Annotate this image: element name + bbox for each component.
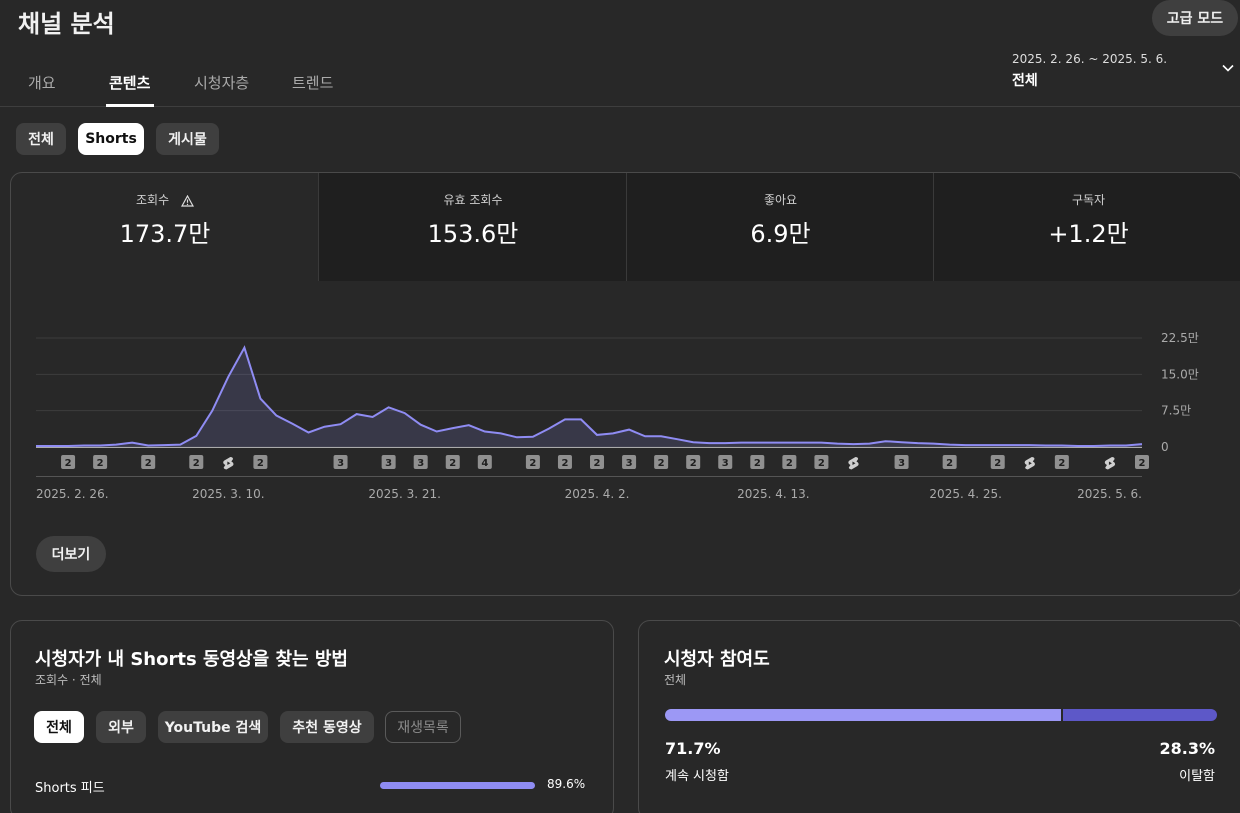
active-tab-indicator [106,104,154,107]
date-range-text: 2025. 2. 26. ~ 2025. 5. 6. [1012,52,1168,66]
upload-count-label: 3 [417,458,424,469]
upload-count-label: 2 [658,458,665,469]
engagement-stay-label: 계속 시청함 [665,769,729,784]
upload-count-label: 3 [898,458,905,469]
engagement-leave-percent: 28.3% [1159,739,1215,758]
shorts-upload-icon[interactable] [848,457,859,470]
upload-count-label: 2 [193,458,200,469]
filter-chip-all[interactable]: 전체 [34,711,84,743]
upload-count-label: 2 [449,458,456,469]
upload-count-label: 2 [818,458,825,469]
views-line-chart: 22.5만 15.0만 7.5만 0 2 2 2 2 2 3 3 3 2 4 2 2 2 3 2 2 3 2 2 2 3 2 2 2 2… [36,331,1199,501]
upload-count-label: 2 [65,458,72,469]
y-tick-label: 0 [1161,440,1169,454]
tab-content[interactable]: 콘텐츠 [109,72,150,93]
tab-audience[interactable]: 시청자층 [194,72,249,93]
filter-chip-playlist[interactable]: 재생목록 [385,711,461,743]
traffic-row-label: Shorts 피드 [35,781,105,796]
page-title: 채널 분석 [18,10,115,38]
x-tick-label: 2025. 4. 25. [929,487,1002,501]
x-tick-label: 2025. 2. 26. [36,487,109,501]
engagement-card-subtitle: 전체 [664,673,687,687]
shorts-upload-icon[interactable] [1024,457,1035,470]
x-tick-label: 2025. 4. 13. [737,487,810,501]
engagement-card-title: 시청자 참여도 [664,649,770,670]
chip-shorts[interactable]: Shorts [78,123,144,155]
engagement-stay-bar [665,709,1061,721]
upload-count-label: 2 [946,458,953,469]
y-tick-label: 15.0만 [1161,367,1199,381]
chip-posts[interactable]: 게시물 [156,123,219,155]
filter-chip-external[interactable]: 외부 [96,711,146,743]
chip-all[interactable]: 전체 [16,123,66,155]
upload-count-label: 3 [722,458,729,469]
upload-count-label: 2 [257,458,264,469]
y-tick-label: 7.5만 [1161,404,1191,418]
upload-count-label: 2 [97,458,104,469]
x-tick-label: 2025. 3. 21. [368,487,441,501]
upload-count-label: 2 [529,458,536,469]
y-tick-label: 22.5만 [1161,331,1199,345]
views-chart-card: 조회수 173.7만 유효 조회수 153.6만 좋아요 6.9만 구독자 +1… [10,172,1240,596]
upload-count-label: 2 [690,458,697,469]
upload-count-label: 2 [145,458,152,469]
upload-count-label: 4 [481,458,488,469]
traffic-row-percent: 89.6% [547,777,586,791]
traffic-source-card: 시청자가 내 Shorts 동영상을 찾는 방법 조회수 · 전체 전체 외부 … [10,620,614,813]
x-tick-label: 2025. 3. 10. [192,487,265,501]
upload-count-label: 2 [1058,458,1065,469]
tab-trends[interactable]: 트렌드 [292,72,333,93]
x-tick-label: 2025. 5. 6. [1077,487,1142,501]
engagement-card: 시청자 참여도 전체 71.7% 28.3% 계속 시청함 이탈함 [638,620,1240,813]
shorts-upload-icon[interactable] [223,457,234,470]
shorts-upload-icon[interactable] [1104,457,1116,470]
upload-count-label: 3 [626,458,633,469]
traffic-card-subtitle: 조회수 · 전체 [35,673,102,687]
date-range-picker[interactable]: 2025. 2. 26. ~ 2025. 5. 6. 전체 [1012,52,1240,96]
upload-count-label: 2 [786,458,793,469]
upload-count-label: 2 [754,458,761,469]
chevron-down-icon [1222,64,1234,72]
filter-chip-youtube-search[interactable]: YouTube 검색 [158,711,268,743]
upload-count-label: 2 [994,458,1001,469]
upload-count-label: 2 [1139,458,1146,469]
advanced-mode-button[interactable]: 고급 모드 [1152,0,1238,36]
series-area [36,347,1142,447]
engagement-stay-percent: 71.7% [665,739,721,758]
date-range-label: 전체 [1012,73,1038,89]
upload-count-label: 3 [337,458,344,469]
more-button[interactable]: 더보기 [36,536,106,572]
x-tick-label: 2025. 4. 2. [565,487,630,501]
upload-count-label: 2 [561,458,568,469]
engagement-leave-bar [1063,709,1217,721]
traffic-card-title: 시청자가 내 Shorts 동영상을 찾는 방법 [35,649,348,670]
filter-chip-suggested[interactable]: 추천 동영상 [280,711,374,743]
upload-count-label: 3 [385,458,392,469]
tab-overview[interactable]: 개요 [28,72,56,93]
engagement-leave-label: 이탈함 [1179,769,1215,784]
traffic-row-bar [380,782,535,789]
upload-count-label: 2 [594,458,601,469]
